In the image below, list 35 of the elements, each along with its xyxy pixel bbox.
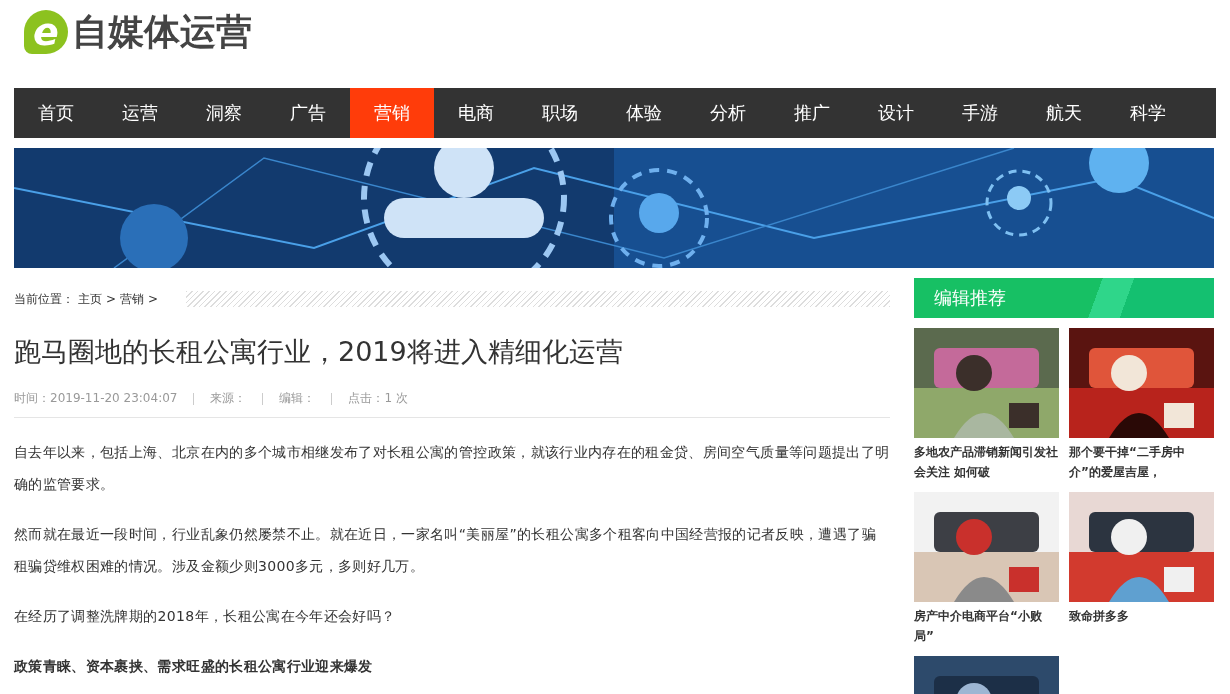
nav-item[interactable]: 电商 xyxy=(434,88,518,138)
logo-icon: e xyxy=(24,10,68,54)
nav-item[interactable]: 设计 xyxy=(854,88,938,138)
sidebar-title: 编辑推荐 xyxy=(934,286,1006,310)
nav-item[interactable]: 职场 xyxy=(518,88,602,138)
article-link[interactable]: 多地农产品滞销新闻引发社会关注 如何破 xyxy=(914,442,1059,482)
nav-item[interactable]: 分析 xyxy=(686,88,770,138)
breadcrumb-separator: > xyxy=(148,292,159,306)
nav-item[interactable]: 首页 xyxy=(14,88,98,138)
nav-item[interactable]: 营销 xyxy=(350,88,434,138)
breadcrumb-separator: > xyxy=(106,292,117,306)
article-paragraph: 在经历了调整洗牌期的2018年，长租公寓在今年还会好吗？ xyxy=(14,607,397,626)
breadcrumb-link[interactable]: 主页 xyxy=(78,290,102,308)
article-paragraph: 然而就在最近一段时间，行业乱象仍然屡禁不止。就在近日，一家名叫“美丽屋”的长租公寓多个租客向中国经营报的记者反映，遭遇了骗租骗贷维权困难的情况。涉及金额少则3000多元，多则好几万。 xyxy=(14,525,877,576)
article-meta: 来源： xyxy=(210,390,247,407)
nav-item[interactable]: 运营 xyxy=(98,88,182,138)
nav-item[interactable]: 体验 xyxy=(602,88,686,138)
article-link[interactable]: 那个要干掉“二手房中介”的爱屋吉屋， xyxy=(1069,442,1214,482)
article-meta: 点击：1 次 xyxy=(348,390,408,407)
site-name: 自媒体运营 xyxy=(72,11,252,54)
nav-item[interactable]: 手游 xyxy=(938,88,1022,138)
nav-item[interactable]: 科学 xyxy=(1106,88,1190,138)
nav-item[interactable]: 推广 xyxy=(770,88,854,138)
article-link[interactable]: 房产中介电商平台“小败局” xyxy=(914,606,1059,646)
breadcrumb-link[interactable]: 营销 xyxy=(120,290,145,308)
article-meta: 时间：2019-11-20 23:04:07 xyxy=(14,390,178,407)
nav-item[interactable]: 洞察 xyxy=(182,88,266,138)
article-meta: 编辑： xyxy=(279,390,316,407)
breadcrumb-label: 当前位置： xyxy=(14,290,74,308)
article-subheading: 政策青睐、资本裹挟、需求旺盛的长租公寓行业迎来爆发 xyxy=(14,657,374,676)
nav-item[interactable]: 航天 xyxy=(1022,88,1106,138)
article-link[interactable]: 致命拼多多 xyxy=(1069,606,1214,646)
article-title: 跑马圈地的长租公寓行业，2019将进入精细化运营 xyxy=(14,335,624,369)
nav-item[interactable]: 广告 xyxy=(266,88,350,138)
article-paragraph: 自去年以来，包括上海、北京在内的多个城市相继发布了对长租公寓的管控政策，就该行业内存在的租金贷、房间空气质量等问题提出了明确的监管要求。 xyxy=(14,443,890,494)
